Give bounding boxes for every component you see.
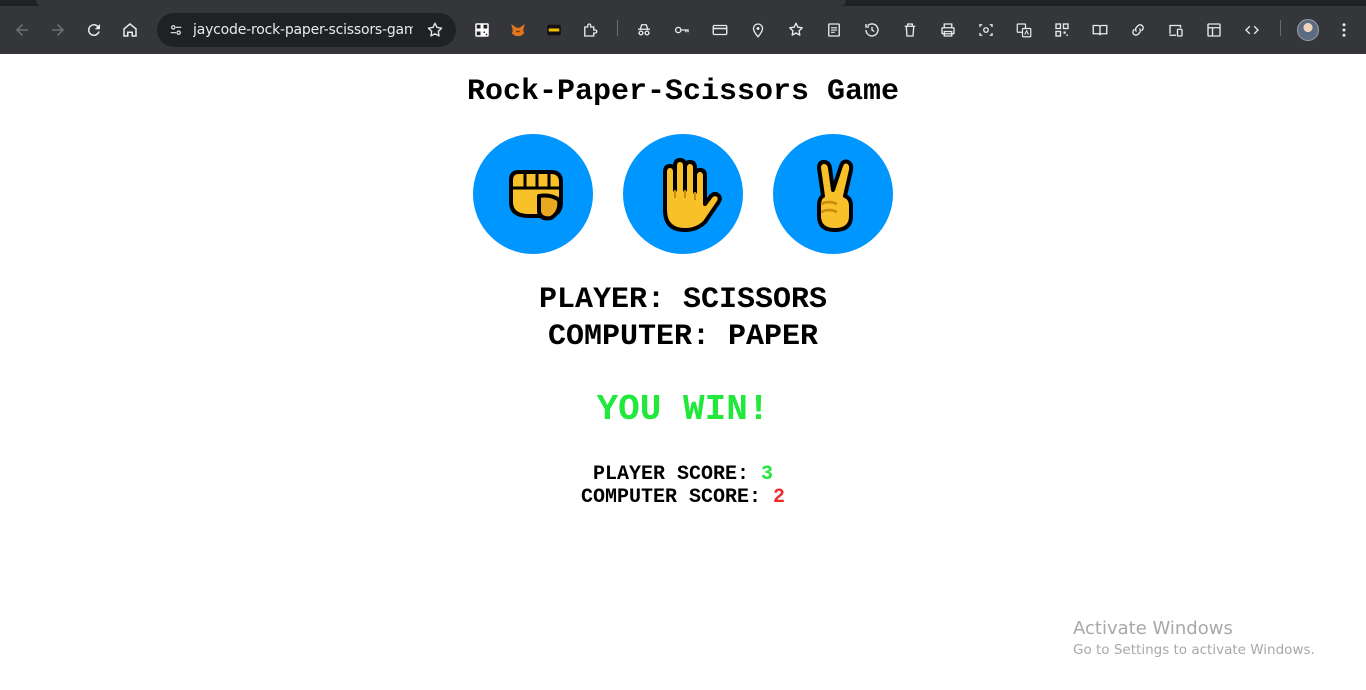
back-icon[interactable] xyxy=(8,16,36,44)
qr-extension-icon[interactable] xyxy=(468,16,496,44)
raised-hand-icon xyxy=(663,158,722,232)
profile-avatar[interactable] xyxy=(1297,19,1319,41)
game-page: Rock-Paper-Scissors Game PLAYER: SCISSOR… xyxy=(0,54,1366,690)
rock-button[interactable] xyxy=(473,134,593,254)
scissors-button[interactable] xyxy=(773,134,893,254)
extension-box-icon[interactable] xyxy=(540,16,568,44)
address-bar[interactable]: jaycode-rock-paper-scissors-gam... xyxy=(157,13,456,47)
code-icon[interactable] xyxy=(1238,16,1266,44)
card-icon[interactable] xyxy=(706,16,734,44)
translate-icon[interactable] xyxy=(1010,16,1038,44)
history-icon[interactable] xyxy=(858,16,886,44)
print-icon[interactable] xyxy=(934,16,962,44)
url-text[interactable]: jaycode-rock-paper-scissors-gam... xyxy=(193,22,413,38)
link-icon[interactable] xyxy=(1124,16,1152,44)
game-title: Rock-Paper-Scissors Game xyxy=(466,75,900,109)
puzzle-extensions-icon[interactable] xyxy=(576,16,604,44)
reload-icon[interactable] xyxy=(80,16,108,44)
reading-list-icon[interactable] xyxy=(820,16,848,44)
location-pin-icon[interactable] xyxy=(744,16,772,44)
toolbar-divider xyxy=(1280,20,1281,36)
kebab-menu-icon[interactable] xyxy=(1330,16,1358,44)
browser-toolbar: jaycode-rock-paper-scissors-gam... xyxy=(0,0,1366,54)
toolbar-divider xyxy=(617,20,618,36)
bookmark-star-icon[interactable] xyxy=(422,17,448,43)
layout-icon[interactable] xyxy=(1200,16,1228,44)
activate-windows-watermark: Activate Windows Go to Settings to activ… xyxy=(1073,618,1353,660)
player-score-line: PLAYER SCORE: 3 xyxy=(0,463,1366,486)
result-message: YOU WIN! xyxy=(596,389,770,430)
computer-score-value: 2 xyxy=(773,486,786,509)
active-tab[interactable] xyxy=(36,0,846,6)
player-score-value: 3 xyxy=(761,463,774,486)
computer-score-label: COMPUTER SCORE: xyxy=(580,486,773,509)
computer-choice-display: COMPUTER: PAPER xyxy=(547,320,819,354)
site-info-icon[interactable] xyxy=(163,17,189,43)
incognito-spy-icon[interactable] xyxy=(630,16,658,44)
reader-mode-icon[interactable] xyxy=(1086,16,1114,44)
star-list-icon[interactable] xyxy=(782,16,810,44)
fist-icon xyxy=(509,170,563,221)
cast-devices-icon[interactable] xyxy=(1162,16,1190,44)
forward-icon[interactable] xyxy=(44,16,72,44)
choice-buttons xyxy=(473,134,893,254)
trash-icon[interactable] xyxy=(896,16,924,44)
watermark-subtitle: Go to Settings to activate Windows. xyxy=(1073,642,1315,658)
screenshot-icon[interactable] xyxy=(972,16,1000,44)
watermark-title: Activate Windows xyxy=(1073,618,1233,639)
qr-code-icon[interactable] xyxy=(1048,16,1076,44)
victory-hand-icon xyxy=(817,159,854,232)
paper-button[interactable] xyxy=(623,134,743,254)
player-score-label: PLAYER SCORE: xyxy=(592,463,761,486)
home-icon[interactable] xyxy=(116,16,144,44)
tab-strip xyxy=(0,0,1366,6)
player-choice-display: PLAYER: SCISSORS xyxy=(538,283,828,317)
key-icon[interactable] xyxy=(668,16,696,44)
metamask-fox-icon[interactable] xyxy=(504,16,532,44)
computer-score-line: COMPUTER SCORE: 2 xyxy=(0,486,1366,509)
